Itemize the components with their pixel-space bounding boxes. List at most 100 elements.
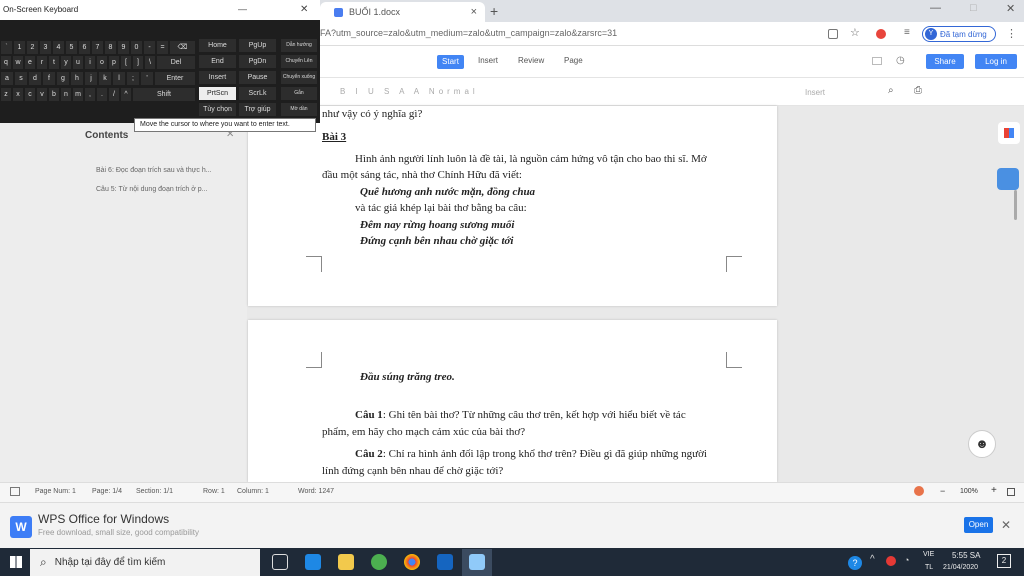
osk-key[interactable]: a: [0, 71, 14, 86]
osk-key[interactable]: /: [108, 87, 120, 102]
osk-key[interactable]: Chuyển Lên: [280, 54, 318, 69]
osk-key[interactable]: c: [24, 87, 36, 102]
osk-key[interactable]: 4: [52, 40, 65, 55]
osk-key[interactable]: f: [42, 71, 56, 86]
reading-list-icon[interactable]: ≡: [904, 27, 910, 38]
osk-key[interactable]: ]: [132, 55, 144, 70]
close-tab-icon[interactable]: ×: [471, 6, 477, 18]
osk-key[interactable]: Trợ giúp: [238, 102, 277, 117]
profile-button[interactable]: Y Đã tạm dừng: [922, 26, 996, 42]
login-button[interactable]: Log in: [975, 54, 1017, 69]
assistant-icon[interactable]: ☻: [968, 430, 996, 458]
osk-key[interactable]: PgUp: [238, 38, 277, 53]
fullscreen-icon[interactable]: [1007, 488, 1015, 496]
osk-key[interactable]: =: [156, 40, 169, 55]
osk-key[interactable]: Insert: [198, 70, 237, 85]
osk-key[interactable]: z: [0, 87, 12, 102]
maximize-button[interactable]: □: [970, 2, 977, 14]
osk-key[interactable]: PgDn: [238, 54, 277, 69]
osk-key[interactable]: t: [48, 55, 60, 70]
osk-key[interactable]: \: [144, 55, 156, 70]
tab-insert[interactable]: Insert: [478, 56, 498, 65]
osk-key[interactable]: v: [36, 87, 48, 102]
osk-key[interactable]: `: [0, 40, 13, 55]
osk-key[interactable]: g: [56, 71, 70, 86]
osk-key[interactable]: ': [140, 71, 154, 86]
osk-key[interactable]: 5: [65, 40, 78, 55]
input-method[interactable]: TL: [925, 564, 933, 571]
osk-close-button[interactable]: ✕: [300, 4, 308, 15]
osk-key[interactable]: ^: [120, 87, 132, 102]
history-icon[interactable]: ◷: [896, 55, 905, 66]
osk-key[interactable]: q: [0, 55, 12, 70]
osk-key[interactable]: 7: [91, 40, 104, 55]
osk-key[interactable]: d: [28, 71, 42, 86]
edge-icon[interactable]: [305, 554, 321, 570]
zoom-in-button[interactable]: +: [991, 485, 997, 496]
osk-key[interactable]: u: [72, 55, 84, 70]
chrome-icon[interactable]: [404, 554, 420, 570]
side-panel-icon[interactable]: [997, 168, 1019, 190]
osk-key[interactable]: l: [112, 71, 126, 86]
bookmark-star-icon[interactable]: ☆: [850, 26, 860, 39]
osk-key[interactable]: y: [60, 55, 72, 70]
apps-grid-icon[interactable]: [998, 122, 1020, 144]
url-field[interactable]: FA?utm_source=zalo&utm_medium=zalo&utm_c…: [320, 28, 617, 38]
osk-key[interactable]: 9: [117, 40, 130, 55]
osk-key[interactable]: Tùy chọn: [198, 102, 237, 117]
osk-key[interactable]: w: [12, 55, 24, 70]
new-tab-button[interactable]: +: [490, 3, 498, 19]
osk-key[interactable]: 2: [26, 40, 39, 55]
osk-key[interactable]: Shift: [132, 87, 196, 102]
osk-key[interactable]: ;: [126, 71, 140, 86]
notification-icon[interactable]: [914, 486, 924, 496]
tab-page[interactable]: Page: [564, 56, 583, 65]
osk-key[interactable]: b: [48, 87, 60, 102]
windows-start-icon[interactable]: [10, 556, 22, 568]
osk-key[interactable]: Del: [156, 55, 196, 70]
osk-key[interactable]: p: [108, 55, 120, 70]
osk-key[interactable]: o: [96, 55, 108, 70]
language-indicator[interactable]: VIE: [923, 551, 934, 558]
osk-key[interactable]: Chuyển xuống: [280, 70, 318, 85]
help-icon[interactable]: ?: [848, 556, 862, 570]
translate-icon[interactable]: [828, 29, 838, 39]
osk-key[interactable]: n: [60, 87, 72, 102]
search-icon[interactable]: ⌕: [888, 85, 894, 96]
keyboard-app-icon[interactable]: [469, 554, 485, 570]
osk-key[interactable]: 6: [78, 40, 91, 55]
toc-item[interactable]: Câu 5: Từ nội dung đoạn trích ở p...: [96, 186, 208, 193]
chevron-up-icon[interactable]: ^: [870, 554, 875, 565]
osk-key[interactable]: Enter: [154, 71, 196, 86]
osk-key[interactable]: i: [84, 55, 96, 70]
minimize-button[interactable]: —: [930, 2, 941, 14]
clock-date[interactable]: 21/04/2020: [943, 564, 978, 571]
zoom-out-button[interactable]: −: [940, 486, 945, 496]
layout-icon[interactable]: [10, 487, 20, 496]
osk-key[interactable]: 8: [104, 40, 117, 55]
osk-key[interactable]: -: [143, 40, 156, 55]
osk-key[interactable]: e: [24, 55, 36, 70]
close-banner-icon[interactable]: ✕: [1001, 518, 1011, 532]
app-icon[interactable]: [371, 554, 387, 570]
present-icon[interactable]: [872, 57, 882, 65]
osk-key[interactable]: m: [72, 87, 84, 102]
open-button[interactable]: Open: [964, 517, 993, 533]
share-button[interactable]: Share: [926, 54, 964, 69]
osk-key[interactable]: Mờ dần: [280, 102, 318, 117]
file-explorer-icon[interactable]: [338, 554, 354, 570]
osk-minimize-button[interactable]: —: [238, 4, 247, 14]
osk-key[interactable]: ,: [84, 87, 96, 102]
osk-key[interactable]: PrtScn: [198, 86, 237, 101]
print-icon[interactable]: ⎙: [914, 85, 922, 96]
app-icon[interactable]: [437, 554, 453, 570]
osk-key[interactable]: s: [14, 71, 28, 86]
osk-key[interactable]: r: [36, 55, 48, 70]
osk-key[interactable]: k: [98, 71, 112, 86]
osk-key[interactable]: Gắn: [280, 86, 318, 101]
close-window-button[interactable]: ✕: [1006, 2, 1015, 15]
osk-key[interactable]: Pause: [238, 70, 277, 85]
scrollbar-thumb[interactable]: [1014, 190, 1017, 220]
more-menu-icon[interactable]: ⋮: [1006, 27, 1017, 40]
insert-dropdown[interactable]: Insert: [805, 88, 825, 97]
